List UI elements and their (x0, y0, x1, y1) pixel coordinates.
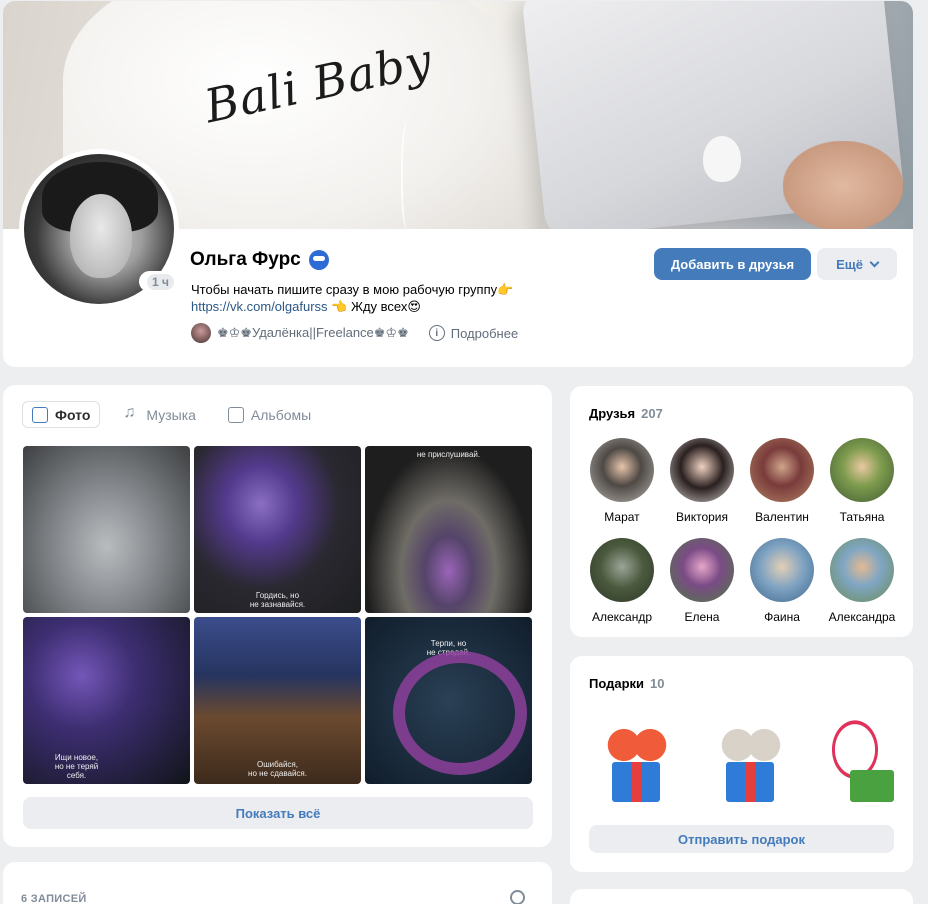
gifts-block: Подарки 10 Отправить подарок (570, 656, 913, 872)
more-button[interactable]: Ещё (817, 248, 897, 280)
show-all-button[interactable]: Показать всё (23, 797, 533, 829)
friend-item[interactable]: Виктория (662, 438, 742, 524)
posts-block: 6 ЗАПИСЕЙ (3, 862, 552, 904)
search-icon[interactable] (510, 890, 525, 904)
avatar (590, 538, 654, 602)
photo-thumbnail[interactable]: не прислушивай. (365, 446, 532, 613)
friend-item[interactable]: Валентин (742, 438, 822, 524)
avatar (830, 438, 894, 502)
workplace-label[interactable]: ♚♔♚Удалёнка||Freelance♚♔♚ (217, 325, 409, 341)
friend-item[interactable]: Татьяна (822, 438, 902, 524)
gift-box-icon (726, 762, 774, 802)
apple-logo-icon (703, 136, 741, 182)
tab-music[interactable]: Музыка (114, 401, 205, 428)
profile-status: Чтобы начать пишите сразу в мою рабочую … (191, 282, 514, 314)
mask-emoji-icon (308, 250, 329, 270)
avatar (830, 538, 894, 602)
gift-box-icon (612, 762, 660, 802)
next-block (570, 889, 913, 904)
avatar (590, 438, 654, 502)
friend-item[interactable]: Александр (582, 538, 662, 624)
profile-name: Ольга Фурс (190, 249, 301, 270)
photo-thumbnail[interactable]: Ищи новое, но не теряй себя. (23, 617, 190, 784)
online-badge: 1 ч (139, 271, 182, 292)
photo-thumbnail[interactable]: Ошибайся, но не сдавайся. (194, 617, 361, 784)
photo-thumbnail[interactable]: Терпи, но не страдай. (365, 617, 532, 784)
friend-item[interactable]: Елена (662, 538, 742, 624)
media-block: Фото Музыка Альбомы Гордись, но не зазна… (3, 385, 552, 847)
avatar (670, 538, 734, 602)
photo-thumbnail[interactable] (23, 446, 190, 613)
music-icon (123, 404, 139, 423)
friends-list: Марат Виктория Валентин Татьяна Александ… (582, 438, 902, 624)
friends-title[interactable]: Друзья 207 (589, 406, 663, 421)
add-friend-button[interactable]: Добавить в друзья (654, 248, 811, 280)
status-link[interactable]: https://vk.com/olgafurss (191, 299, 328, 314)
info-icon[interactable]: i (428, 325, 445, 341)
profile-info-row: ♚♔♚Удалёнка||Freelance♚♔♚ i Подробнее (191, 323, 518, 343)
gifts-title[interactable]: Подарки 10 (589, 676, 665, 691)
photo-grid: Гордись, но не зазнавайся. не прислушива… (23, 446, 532, 784)
profile-header: Bali Baby 1 ч Ольга Фурс Чтобы начать пи… (3, 1, 913, 367)
albums-icon (227, 406, 244, 423)
friends-block: Друзья 207 Марат Виктория Валентин Татьян… (570, 386, 913, 637)
gift-sticker[interactable] (598, 706, 678, 802)
avatar (750, 438, 814, 502)
gift-sticker[interactable] (820, 706, 900, 802)
avatar (670, 438, 734, 502)
media-tabs: Фото Музыка Альбомы (22, 401, 320, 428)
friend-item[interactable]: Фаина (742, 538, 822, 624)
chevron-down-icon (869, 257, 880, 267)
friend-item[interactable]: Марат (582, 438, 662, 524)
details-link[interactable]: Подробнее (451, 326, 518, 341)
send-gift-button[interactable]: Отправить подарок (589, 825, 894, 853)
friend-item[interactable]: Александра (822, 538, 902, 624)
photo-icon (32, 406, 48, 423)
tab-photos[interactable]: Фото (22, 401, 101, 428)
workplace-avatar[interactable] (191, 323, 211, 343)
avatar (750, 538, 814, 602)
gift-sticker[interactable] (712, 706, 792, 802)
tab-albums[interactable]: Альбомы (219, 401, 320, 428)
posts-count: 6 ЗАПИСЕЙ (21, 893, 87, 904)
gift-box-icon (850, 770, 894, 802)
photo-thumbnail[interactable]: Гордись, но не зазнавайся. (194, 446, 361, 613)
